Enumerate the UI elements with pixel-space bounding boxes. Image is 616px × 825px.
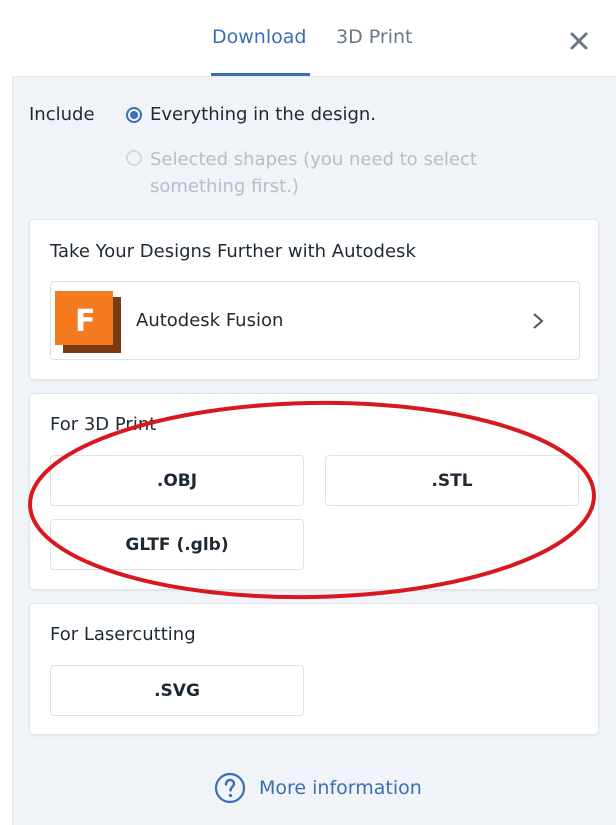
radio-selected-shapes — [126, 150, 142, 166]
tab-download[interactable]: Download — [212, 26, 306, 48]
close-icon[interactable] — [568, 30, 590, 52]
tab-3d-print[interactable]: 3D Print — [336, 26, 412, 48]
3d-print-card: For 3D Print .OBJ .STL GLTF (.glb) — [29, 393, 599, 590]
radio-everything[interactable] — [126, 107, 142, 123]
dialog-header: Download 3D Print — [0, 0, 616, 76]
option-everything-label[interactable]: Everything in the design. — [150, 104, 376, 125]
autodesk-fusion-label: Autodesk Fusion — [136, 310, 284, 331]
3d-print-card-title: For 3D Print — [50, 414, 157, 435]
autodesk-fusion-logo: F — [55, 291, 121, 353]
autodesk-card: Take Your Designs Further with Autodesk … — [29, 219, 599, 380]
include-label: Include — [29, 104, 95, 125]
chevron-right-icon — [533, 313, 544, 329]
help-icon — [214, 772, 246, 804]
option-selected-shapes-label: Selected shapes (you need to select some… — [150, 149, 477, 197]
more-information-label: More information — [259, 777, 422, 799]
autodesk-fusion-button[interactable]: F Autodesk Fusion — [50, 281, 580, 360]
stl-button[interactable]: .STL — [325, 455, 579, 506]
obj-button[interactable]: .OBJ — [50, 455, 304, 506]
lasercutting-card: For Lasercutting .SVG — [29, 603, 599, 735]
svg-text:F: F — [75, 304, 96, 339]
gltf-button[interactable]: GLTF (.glb) — [50, 519, 304, 570]
lasercutting-card-title: For Lasercutting — [50, 624, 196, 645]
autodesk-card-title: Take Your Designs Further with Autodesk — [50, 241, 416, 262]
svg-button[interactable]: .SVG — [50, 665, 304, 716]
